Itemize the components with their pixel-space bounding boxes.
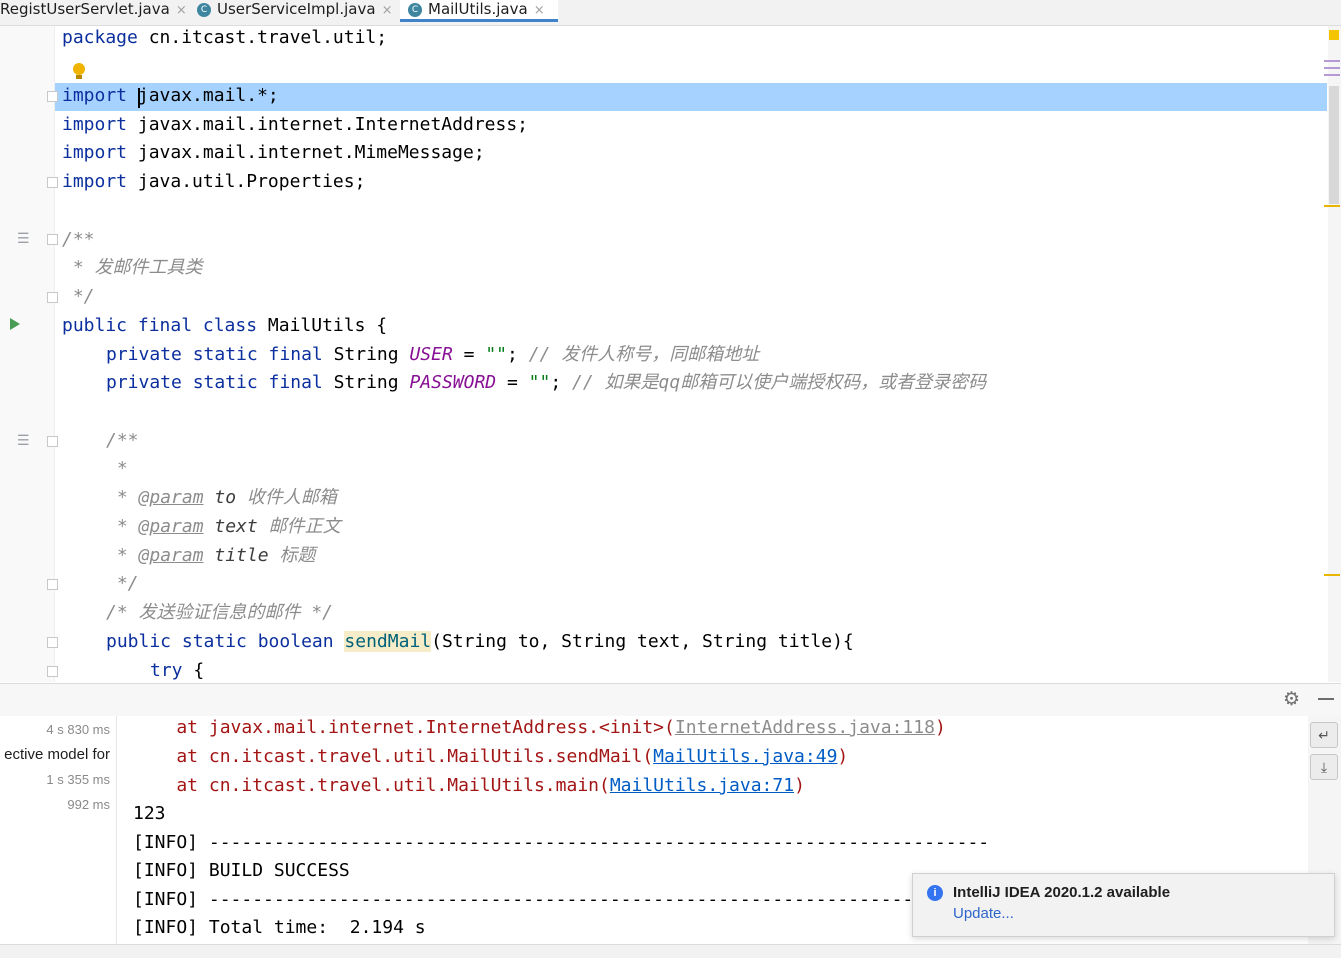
fold-icon[interactable] [47,579,58,590]
lightbulb-icon-base [76,75,82,79]
run-tree-item[interactable]: ective model for [4,746,110,763]
tab-label: RegistUserServlet.java [0,0,170,18]
code-line: import javax.mail.internet.InternetAddre… [62,114,528,135]
scroll-to-end-icon[interactable]: ⤓ [1310,754,1338,780]
error-stripe-marker[interactable] [1324,67,1340,69]
code-line: */ [62,286,95,307]
code-line: /* 发送验证信息的邮件 */ [106,602,334,623]
console-line: [INFO] Total time: 2.194 s [133,917,426,938]
run-tree[interactable]: 4 s 830 ms ective model for 1 s 355 ms 9… [0,716,117,944]
tab-regist-user-servlet[interactable]: RegistUserServlet.java × [0,0,190,24]
console-line: [INFO] BUILD SUCCESS [133,860,350,881]
close-icon[interactable]: × [176,3,187,18]
fold-icon[interactable] [47,177,58,188]
code-editor[interactable]: package cn.itcast.travel.util; import ja… [0,26,1327,682]
class-icon: C [408,2,422,17]
close-icon[interactable]: × [382,3,393,18]
doc-render-icon[interactable]: ☰ [17,432,30,449]
console-line: [INFO] ---------------------------------… [133,832,990,853]
stacktrace-link[interactable]: MailUtils.java:49 [653,746,837,767]
status-bar [0,944,1341,958]
minimize-icon[interactable] [1318,698,1334,700]
fold-icon[interactable] [47,234,58,245]
run-tree-item[interactable]: 992 ms [67,797,110,812]
run-tree-item[interactable]: 4 s 830 ms [46,722,110,737]
code-line: public static boolean sendMail(String to… [106,631,854,652]
update-notification[interactable]: i IntelliJ IDEA 2020.1.2 available Updat… [912,873,1335,937]
close-icon[interactable]: × [534,3,545,18]
console-line: at javax.mail.internet.InternetAddress.<… [133,717,946,738]
doc-render-icon[interactable]: ☰ [17,230,30,247]
update-link[interactable]: Update... [953,905,1014,922]
fold-icon[interactable] [47,637,58,648]
run-tree-item[interactable]: 1 s 355 ms [46,772,110,787]
tab-label: MailUtils.java [428,0,528,18]
class-icon: C [197,2,211,17]
tab-mail-utils[interactable]: C MailUtils.java × [400,0,558,22]
run-icon[interactable] [10,318,20,330]
stacktrace-link[interactable]: InternetAddress.java:118 [675,717,935,738]
code-line: * 发邮件工具类 [62,257,203,278]
tab-user-service-impl[interactable]: C UserServiceImpl.java × [197,0,397,24]
notification-title: IntelliJ IDEA 2020.1.2 available [953,884,1171,901]
soft-wrap-icon[interactable]: ↵ [1310,722,1338,748]
fold-icon[interactable] [47,292,58,303]
editor-tab-bar: RegistUserServlet.java × C UserServiceImpl… [0,0,1341,26]
console-line: at cn.itcast.travel.util.MailUtils.main(… [133,775,805,796]
tab-label: UserServiceImpl.java [217,0,376,18]
code-line: * @param to 收件人邮箱 [106,487,337,508]
code-line: public final class MailUtils { [62,315,388,336]
code-line: /** [106,430,139,451]
code-line: package cn.itcast.travel.util; [62,27,388,48]
code-line: try { [150,660,205,681]
fold-icon[interactable] [47,436,58,447]
error-stripe-marker[interactable] [1324,74,1340,76]
stacktrace-link[interactable]: MailUtils.java:71 [610,775,794,796]
text-caret [138,88,140,108]
console-line: [INFO] ---------------------------------… [133,889,990,910]
code-line: */ [106,573,139,594]
code-line: * @param title 标题 [106,545,316,566]
code-line: import javax.mail.internet.MimeMessage; [62,142,485,163]
code-line: import java.util.Properties; [62,171,366,192]
warning-marker[interactable] [1329,30,1339,40]
code-line: * @param text 邮件正文 [106,516,341,537]
warning-stripe-marker[interactable] [1324,205,1340,207]
error-stripe-marker[interactable] [1324,60,1340,62]
gear-icon[interactable]: ⚙ [1283,688,1300,711]
console-line: 123 [133,803,166,824]
code-line: * [106,458,128,479]
warning-stripe-marker[interactable] [1324,574,1340,576]
fold-icon[interactable] [47,91,58,102]
code-line: /** [62,229,95,250]
code-line: import javax.mail.*; [62,85,279,106]
run-tool-window-header [0,684,1341,716]
fold-icon[interactable] [47,666,58,677]
code-line: private static final String PASSWORD = "… [106,372,987,393]
info-icon: i [927,885,943,901]
lightbulb-icon[interactable] [73,63,85,75]
scrollbar-thumb[interactable] [1329,86,1339,204]
code-line: private static final String USER = ""; /… [106,344,760,365]
console-line: at cn.itcast.travel.util.MailUtils.sendM… [133,746,849,767]
